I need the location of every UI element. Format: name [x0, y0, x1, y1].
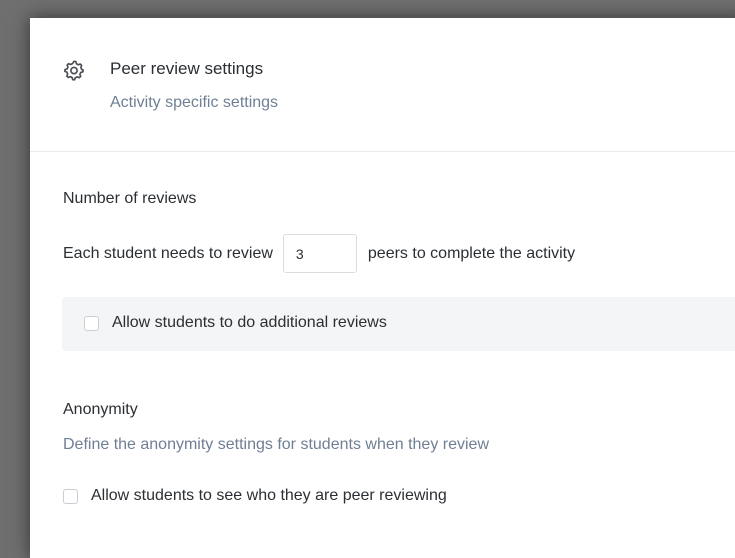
review-count-suffix: peers to complete the activity	[367, 244, 576, 262]
review-count-sentence: Each student needs to review peers to co…	[63, 234, 575, 273]
review-count-prefix: Each student needs to review	[63, 244, 273, 262]
additional-reviews-label: Allow students to do additional reviews	[112, 314, 387, 331]
gear-icon	[63, 59, 85, 81]
anonymity-heading: Anonymity	[63, 401, 138, 418]
page-title: Peer review settings	[110, 59, 264, 78]
see-reviewees-checkbox[interactable]	[63, 488, 78, 504]
see-reviewees-row[interactable]: Allow students to see who they are peer …	[63, 487, 447, 505]
page-subtitle: Activity specific settings	[110, 94, 279, 111]
peer-review-settings-panel: Peer review settings Activity specific s…	[30, 18, 735, 558]
additional-reviews-checkbox[interactable]	[84, 315, 99, 331]
additional-reviews-row[interactable]: Allow students to do additional reviews	[84, 314, 387, 332]
review-count-input[interactable]	[282, 234, 357, 273]
see-reviewees-label: Allow students to see who they are peer …	[91, 487, 447, 504]
number-of-reviews-heading: Number of reviews	[63, 190, 197, 207]
settings-header: Peer review settings Activity specific s…	[30, 18, 735, 152]
anonymity-description: Define the anonymity settings for studen…	[63, 436, 489, 453]
additional-reviews-option: Allow students to do additional reviews	[62, 297, 735, 351]
